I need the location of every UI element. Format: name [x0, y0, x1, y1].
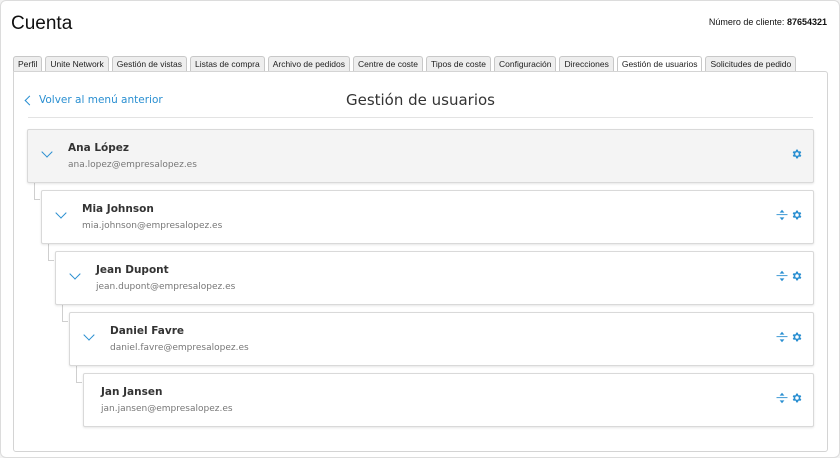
move-vertical-icon[interactable] — [776, 270, 788, 282]
tab-perfil[interactable]: Perfil — [13, 56, 43, 71]
account-tabs: Perfil Unite Network Gestión de vistas L… — [13, 56, 797, 72]
user-email: ana.lopez@empresalopez.es — [68, 160, 197, 170]
move-vertical-icon[interactable] — [776, 392, 788, 404]
user-actions — [776, 270, 803, 282]
chevron-down-icon[interactable] — [69, 268, 81, 280]
tree-connector — [34, 182, 35, 200]
tree-connector — [48, 260, 54, 261]
user-management-panel: Volver al menú anterior Gestión de usuar… — [13, 71, 828, 452]
user-email: mia.johnson@empresalopez.es — [82, 221, 223, 231]
tab-gestion-de-usuarios[interactable]: Gestión de usuarios — [616, 56, 703, 72]
user-actions — [776, 331, 803, 343]
tab-listas-de-compra[interactable]: Listas de compra — [189, 56, 265, 71]
tab-tipos-de-coste[interactable]: Tipos de coste — [426, 56, 491, 71]
divider — [28, 117, 813, 118]
user-actions — [776, 392, 803, 404]
tab-gestion-de-vistas[interactable]: Gestión de vistas — [111, 56, 187, 71]
user-email: daniel.favre@empresalopez.es — [110, 343, 249, 353]
gear-icon[interactable] — [791, 209, 803, 221]
user-email: jan.jansen@empresalopez.es — [101, 404, 233, 414]
user-card-daniel-favre[interactable]: Daniel Favre daniel.favre@empresalopez.e… — [69, 312, 814, 366]
user-name: Mia Johnson — [82, 203, 154, 215]
account-window: Cuenta Número de cliente: 87654321 Perfi… — [0, 0, 840, 458]
user-name: Daniel Favre — [110, 325, 185, 337]
gear-icon[interactable] — [791, 148, 803, 160]
user-name: Jean Dupont — [96, 264, 169, 276]
tab-unite-network[interactable]: Unite Network — [45, 56, 109, 71]
user-card-jan-jansen[interactable]: Jan Jansen jan.jansen@empresalopez.es — [83, 373, 814, 427]
tab-solicitudes-de-pedido[interactable]: Solicitudes de pedido — [705, 56, 797, 71]
tab-configuracion[interactable]: Configuración — [493, 56, 557, 71]
user-email: jean.dupont@empresalopez.es — [96, 282, 236, 292]
client-number: Número de cliente: 87654321 — [709, 17, 827, 27]
gear-icon[interactable] — [791, 270, 803, 282]
tab-archivo-de-pedidos[interactable]: Archivo de pedidos — [267, 56, 350, 71]
client-number-label: Número de cliente: — [708, 17, 785, 27]
gear-icon[interactable] — [791, 392, 803, 404]
tree-connector — [34, 199, 40, 200]
user-card-mia-johnson[interactable]: Mia Johnson mia.johnson@empresalopez.es — [41, 190, 814, 244]
tab-centre-de-coste[interactable]: Centre de coste — [353, 56, 424, 71]
section-title: Gestión de usuarios — [345, 91, 496, 109]
client-number-value: 87654321 — [786, 17, 827, 27]
user-name: Ana López — [68, 142, 129, 154]
chevron-down-icon[interactable] — [83, 329, 95, 341]
tree-connector — [62, 304, 63, 322]
tab-direcciones[interactable]: Direcciones — [559, 56, 614, 71]
user-card-ana-lopez[interactable]: Ana López ana.lopez@empresalopez.es — [27, 129, 814, 183]
page-title: Cuenta — [11, 13, 73, 34]
tree-connector — [48, 243, 49, 261]
user-actions — [776, 209, 803, 221]
tree-connector — [62, 321, 68, 322]
user-card-jean-dupont[interactable]: Jean Dupont jean.dupont@empresalopez.es — [55, 251, 814, 305]
move-vertical-icon[interactable] — [776, 331, 788, 343]
chevron-down-icon[interactable] — [55, 207, 67, 219]
user-actions — [791, 148, 803, 160]
tree-connector — [76, 382, 82, 383]
move-vertical-icon[interactable] — [776, 209, 788, 221]
tree-connector — [76, 365, 77, 383]
chevron-down-icon[interactable] — [41, 146, 53, 158]
gear-icon[interactable] — [791, 331, 803, 343]
user-name: Jan Jansen — [101, 386, 163, 398]
